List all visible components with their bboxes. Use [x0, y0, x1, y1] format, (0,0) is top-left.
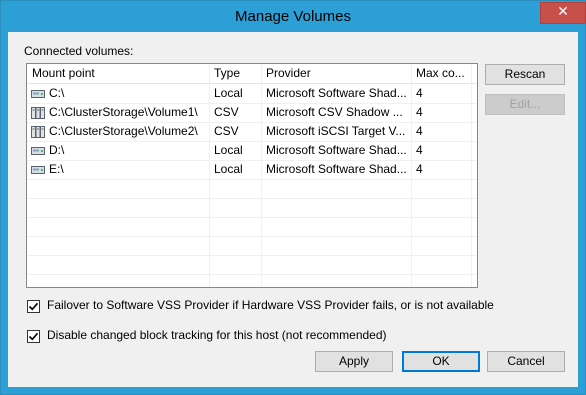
type-cell: Local	[214, 143, 243, 157]
disk-icon	[31, 164, 45, 178]
rescan-label: Rescan	[504, 67, 546, 81]
type-cell: Local	[214, 86, 243, 100]
disk-icon	[31, 145, 45, 159]
max-cell: 4	[416, 143, 423, 157]
column-header-max[interactable]: Max co...	[411, 64, 471, 83]
list-header: Mount point Type Provider Max co...	[27, 64, 477, 84]
table-row[interactable]: E:\ Local Microsoft Software Shad... 4	[27, 160, 477, 180]
cancel-button[interactable]: Cancel	[487, 351, 565, 372]
checkmark-icon	[28, 302, 39, 311]
title-bar[interactable]: Manage Volumes ✕	[1, 1, 586, 32]
empty-row	[27, 198, 477, 218]
disable-cbt-checkbox[interactable]	[27, 330, 40, 343]
cluster-volume-icon	[31, 126, 45, 141]
table-row[interactable]: D:\ Local Microsoft Software Shad... 4	[27, 141, 477, 161]
rescan-button[interactable]: Rescan	[485, 64, 565, 85]
column-header-mount-point[interactable]: Mount point	[27, 64, 209, 83]
table-row[interactable]: C:\ClusterStorage\Volume2\ CSV Microsoft i…	[27, 122, 477, 142]
ok-label: OK	[432, 354, 450, 368]
max-cell: 4	[416, 86, 423, 100]
dialog-body: Connected volumes: Mount point Type Prov…	[8, 32, 578, 387]
cancel-label: Cancel	[507, 354, 545, 368]
type-cell: Local	[214, 162, 243, 176]
checkmark-icon	[28, 332, 39, 341]
type-cell: CSV	[214, 105, 239, 119]
apply-button[interactable]: Apply	[315, 351, 393, 372]
empty-row	[27, 255, 477, 275]
failover-label: Failover to Software VSS Provider if Har…	[47, 298, 494, 312]
mount-point-cell: C:\	[49, 86, 65, 100]
provider-cell: Microsoft Software Shad...	[266, 86, 407, 100]
edit-button[interactable]: Edit...	[485, 94, 565, 115]
empty-row	[27, 274, 477, 287]
empty-row	[27, 236, 477, 256]
manage-volumes-dialog: Manage Volumes ✕ Connected volumes: Moun…	[0, 0, 586, 395]
provider-cell: Microsoft Software Shad...	[266, 162, 407, 176]
table-row[interactable]: C:\ Local Microsoft Software Shad... 4	[27, 84, 477, 104]
edit-label: Edit...	[509, 97, 541, 111]
ok-button[interactable]: OK	[402, 351, 480, 372]
max-cell: 4	[416, 105, 423, 119]
column-header-provider[interactable]: Provider	[261, 64, 411, 83]
disable-cbt-label: Disable changed block tracking for this …	[47, 328, 387, 342]
max-cell: 4	[416, 162, 423, 176]
close-icon: ✕	[557, 4, 569, 20]
type-cell: CSV	[214, 124, 239, 138]
dialog-title: Manage Volumes	[235, 8, 351, 25]
empty-row	[27, 217, 477, 237]
cluster-volume-icon	[31, 107, 45, 122]
disk-icon	[31, 88, 45, 102]
provider-cell: Microsoft Software Shad...	[266, 143, 407, 157]
table-row[interactable]: C:\ClusterStorage\Volume1\ CSV Microsoft C…	[27, 103, 477, 123]
mount-point-cell: D:\	[49, 143, 65, 157]
volumes-list[interactable]: Mount point Type Provider Max co... C:\ L…	[26, 63, 478, 288]
mount-point-cell: C:\ClusterStorage\Volume1\	[49, 105, 198, 119]
provider-cell: Microsoft iSCSI Target V...	[266, 124, 406, 138]
mount-point-cell: E:\	[49, 162, 64, 176]
empty-row	[27, 179, 477, 199]
provider-cell: Microsoft CSV Shadow ...	[266, 105, 403, 119]
connected-volumes-label: Connected volumes:	[24, 44, 134, 58]
column-header-type[interactable]: Type	[209, 64, 261, 83]
max-cell: 4	[416, 124, 423, 138]
failover-checkbox[interactable]	[27, 300, 40, 313]
apply-label: Apply	[338, 354, 370, 368]
close-button[interactable]: ✕	[540, 2, 586, 24]
mount-point-cell: C:\ClusterStorage\Volume2\	[49, 124, 198, 138]
